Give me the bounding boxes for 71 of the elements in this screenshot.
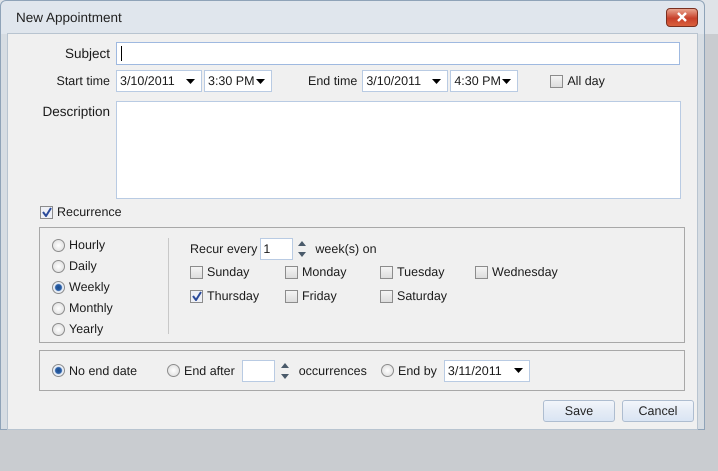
checkbox-label: Sunday	[207, 265, 250, 279]
dropdown-value: 4:30 PM	[454, 74, 501, 88]
dropdown[interactable]: 3/10/2011	[362, 70, 448, 92]
checkbox-label: Saturday	[397, 289, 448, 303]
description-field[interactable]	[116, 101, 681, 199]
checkbox-label: All day	[567, 74, 605, 88]
checkbox[interactable]	[380, 266, 393, 278]
checkbox[interactable]	[380, 290, 393, 302]
spinner-arrows-icon	[298, 240, 306, 258]
radio-button[interactable]	[52, 280, 65, 294]
checkbox-label: Recurrence	[57, 205, 122, 219]
checkbox-label: Tuesday	[397, 265, 444, 279]
field-label: week(s) on	[315, 242, 377, 256]
checkbox[interactable]	[285, 290, 298, 302]
radio-button[interactable]	[167, 364, 180, 377]
dialog-button[interactable]: Cancel	[622, 400, 694, 422]
field-label: Description	[41, 103, 111, 119]
text-cursor	[121, 46, 122, 61]
field-label: End time	[308, 74, 358, 88]
checkbox-label: Friday	[302, 289, 337, 303]
field-value: 1	[263, 242, 270, 256]
field-label: Recur every	[190, 242, 258, 256]
radio-button[interactable]	[381, 364, 394, 377]
dropdown[interactable]: 3/11/2011	[444, 360, 530, 382]
number-field[interactable]	[242, 360, 275, 382]
dropdown[interactable]: 4:30 PM	[450, 70, 518, 92]
number-field[interactable]: 1	[260, 238, 294, 260]
checkbox[interactable]	[550, 74, 564, 88]
radio-label: Weekly	[69, 280, 110, 294]
checkbox[interactable]	[285, 266, 298, 278]
checkbox[interactable]	[475, 266, 488, 278]
radio-label: End after	[184, 364, 235, 378]
field-label: Subject	[64, 46, 111, 61]
checkbox[interactable]	[190, 290, 203, 302]
radio-button[interactable]	[52, 260, 65, 272]
checkbox-label: Monday	[302, 265, 346, 279]
caret-icon	[432, 78, 442, 84]
checkbox[interactable]	[190, 266, 203, 278]
checkmark-icon	[42, 207, 52, 217]
dialog-button[interactable]: Save	[543, 400, 615, 422]
radio-button[interactable]	[52, 322, 65, 336]
checkmark-icon	[192, 291, 202, 301]
close-button[interactable]	[666, 8, 698, 26]
checkbox-label: Wednesday	[492, 265, 558, 279]
caret-icon	[256, 78, 265, 84]
dropdown[interactable]: 3:30 PM	[204, 70, 272, 92]
dropdown[interactable]: 3/10/2011	[116, 70, 202, 92]
checkbox-label: Thursday	[207, 289, 260, 303]
dropdown-value: 3/10/2011	[120, 74, 175, 88]
dropdown-value: 3:30 PM	[208, 74, 255, 88]
caret-icon	[502, 78, 512, 84]
radio-button[interactable]	[52, 364, 65, 377]
radio-button[interactable]	[52, 302, 65, 314]
radio-label: Daily	[69, 259, 97, 273]
subject-field[interactable]	[116, 42, 680, 65]
field-label: occurrences	[298, 364, 367, 378]
radio-label: Monthly	[69, 301, 113, 315]
caret-icon	[514, 368, 523, 373]
spinner-arrows-icon	[280, 362, 289, 380]
caret-icon	[186, 78, 195, 84]
radio-label: Hourly	[69, 238, 106, 252]
radio-label: Yearly	[69, 322, 104, 336]
window-title: New Appointment	[16, 10, 122, 24]
dropdown-value: 3/11/2011	[448, 364, 502, 378]
field-label: Start time	[56, 74, 111, 88]
radio-label: No end date	[69, 364, 138, 378]
dropdown-value: 3/10/2011	[366, 74, 422, 88]
checkbox[interactable]	[40, 206, 53, 218]
radio-label: End by	[398, 364, 437, 378]
close-icon	[676, 12, 688, 22]
radio-button[interactable]	[52, 238, 65, 252]
